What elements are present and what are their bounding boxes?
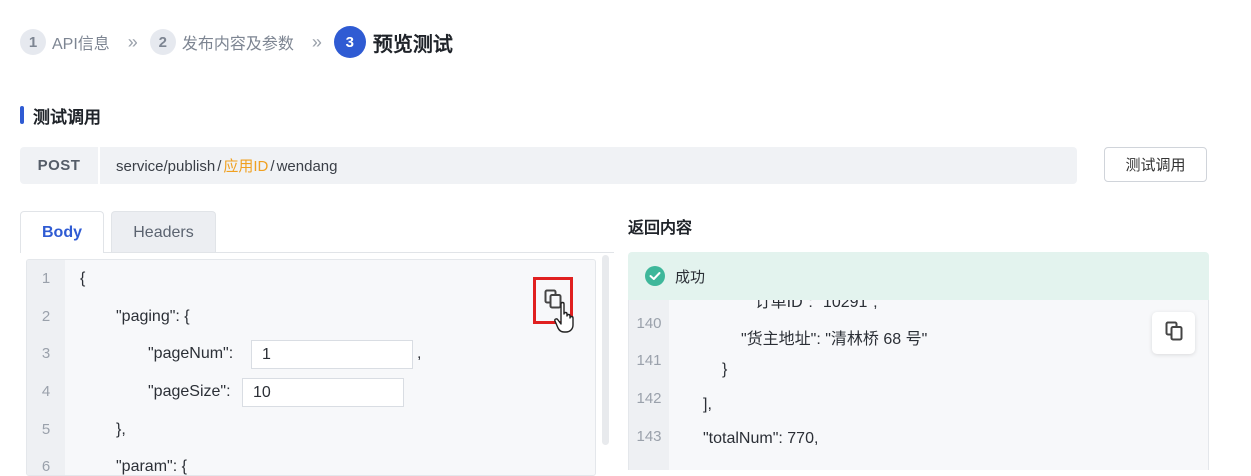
- line-number: 140: [636, 315, 662, 332]
- step-number: 2: [149, 29, 176, 55]
- copy-response-button[interactable]: [1152, 312, 1195, 354]
- hand-pointer-icon: [554, 300, 576, 339]
- line-number: 5: [41, 421, 51, 438]
- code-line: },: [116, 421, 126, 438]
- body-editor[interactable]: 1 2 3 4 5 6 { "paging": { "pageNum": 1 ,…: [26, 259, 596, 476]
- code-line: "totalNum": 770,: [703, 430, 819, 447]
- code-line: ],: [703, 396, 712, 413]
- page-size-input[interactable]: 10: [242, 378, 404, 407]
- double-chevron-right-icon: »: [127, 31, 138, 52]
- path-slash: /: [217, 158, 222, 175]
- double-chevron-right-icon: »: [311, 31, 322, 52]
- step-label: 预览测试: [372, 33, 453, 56]
- step-label: 发布内容及参数: [181, 36, 294, 53]
- step-number: 1: [20, 29, 46, 55]
- test-call-button[interactable]: 测试调用: [1104, 147, 1207, 182]
- section-title: 测试调用: [20, 104, 101, 127]
- line-number: 3: [41, 345, 51, 362]
- response-status-text: 成功: [675, 268, 706, 286]
- response-status-bar: 成功: [628, 252, 1209, 300]
- line-number: 142: [636, 390, 662, 407]
- line-number: 4: [41, 383, 51, 400]
- code-line: }: [722, 361, 728, 378]
- code-line: {: [80, 270, 86, 287]
- path-slash: /: [270, 158, 275, 175]
- line-number: 2: [41, 308, 51, 325]
- line-gutter: [27, 260, 65, 475]
- step-preview-test[interactable]: 3 预览测试: [333, 26, 453, 58]
- request-url-bar: POST service/publish / 应用ID / wendang: [20, 147, 1077, 184]
- code-line: "货主地址": "清林桥 68 号": [741, 331, 928, 348]
- step-publish-params[interactable]: 2 发布内容及参数: [149, 29, 294, 55]
- path-prefix: service/publish: [116, 158, 216, 175]
- copy-icon: [1165, 321, 1183, 346]
- response-viewer[interactable]: "订单ID": "10291", 140 141 142 143 "货主地址":…: [628, 300, 1209, 470]
- code-line: "param": {: [116, 458, 187, 475]
- page-num-input[interactable]: 1: [251, 340, 413, 369]
- line-number: 143: [636, 428, 662, 445]
- response-title: 返回内容: [628, 220, 693, 237]
- code-line: "paging": {: [116, 308, 190, 325]
- step-indicator: 1 API信息 » 2 发布内容及参数 » 3 预览测试: [20, 26, 453, 58]
- line-number: 6: [41, 458, 51, 475]
- step-label: API信息: [52, 36, 110, 53]
- check-circle-icon: [645, 266, 665, 286]
- code-key: "pageSize":: [148, 383, 231, 400]
- tab-body[interactable]: Body: [20, 211, 104, 253]
- path-suffix: wendang: [276, 158, 338, 175]
- code-line-partial: "订单ID": "10291",: [749, 300, 878, 311]
- tab-divider: [104, 252, 614, 253]
- line-number: 1: [41, 270, 51, 287]
- vertical-scrollbar[interactable]: [602, 255, 609, 445]
- section-title-text: 测试调用: [33, 107, 101, 127]
- http-method: POST: [20, 147, 100, 184]
- tab-headers[interactable]: Headers: [111, 211, 216, 253]
- code-key: "pageNum":: [148, 345, 234, 362]
- code-punct: ,: [417, 345, 422, 362]
- line-number: 141: [636, 352, 662, 369]
- request-path: service/publish / 应用ID / wendang: [116, 155, 337, 176]
- section-accent-bar: [20, 106, 24, 124]
- step-api-info[interactable]: 1 API信息: [20, 29, 110, 55]
- step-number: 3: [333, 26, 366, 58]
- path-app-id: 应用ID: [223, 158, 269, 175]
